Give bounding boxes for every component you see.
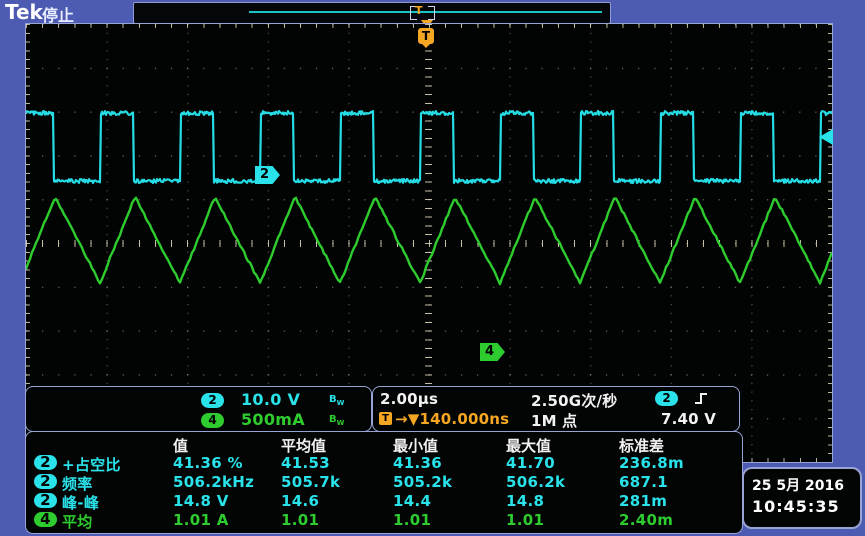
measurement-row-pkpk: 2 峰-峰 14.8 V 14.6 14.4 14.8 281m [26, 492, 742, 512]
record-waveform-line [249, 11, 602, 13]
trigger-t-icon: T [379, 412, 392, 425]
ch4-scale-value: 500mA [241, 410, 305, 429]
cell-stddev: 2.40m [619, 511, 673, 529]
cell-stddev: 281m [619, 492, 667, 510]
col-header-stddev: 标准差 [619, 435, 664, 456]
row-label: +占空比 [62, 454, 121, 475]
cell-max: 41.70 [506, 454, 555, 472]
trigger-source-badge[interactable]: 2 [655, 391, 678, 406]
cell-mean: 1.01 [281, 511, 319, 529]
tek-logo: Tek [5, 0, 43, 24]
record-view-bar[interactable]: T [133, 2, 611, 24]
oscilloscope-screen: Tek 停止 T 2 4 T 2 10.0 V BW 4 500mA [0, 0, 865, 536]
ch2-scale-value: 10.0 V [241, 390, 300, 409]
col-header-value: 值 [173, 435, 188, 456]
row-label: 频率 [62, 473, 93, 494]
measurement-row-frequency: 2 频率 506.2kHz 505.7k 505.2k 506.2k 687.1 [26, 473, 742, 493]
trigger-delay: →▼140.000ns [395, 410, 509, 428]
cell-min: 1.01 [393, 511, 431, 529]
cell-mean: 41.53 [281, 454, 330, 472]
record-length: 1M 点 [531, 410, 577, 431]
cell-stddev: 236.8m [619, 454, 684, 472]
record-trigger-icon[interactable]: T [415, 4, 423, 17]
ch2-square-trace [26, 111, 832, 183]
ch4-bandwidth-icon: BW [329, 414, 344, 427]
measurement-row-mean: 4 平均 1.01 A 1.01 1.01 1.01 2.40m [26, 511, 742, 531]
measurement-table[interactable]: 值 平均值 最小值 最大值 标准差 2 +占空比 41.36 % 41.53 4… [25, 431, 743, 534]
cell-value: 1.01 A [173, 511, 229, 529]
cell-min: 505.2k [393, 473, 452, 491]
time-label: 10:45:35 [752, 497, 840, 516]
row-label: 峰-峰 [62, 492, 99, 513]
ch2-badge[interactable]: 2 [201, 393, 224, 408]
cell-min: 14.4 [393, 492, 431, 510]
cell-mean: 505.7k [281, 473, 340, 491]
ch2-bandwidth-icon: BW [329, 394, 344, 407]
trigger-slope-rising-icon [693, 391, 709, 406]
cell-stddev: 687.1 [619, 473, 668, 491]
col-header-max: 最大值 [506, 435, 551, 456]
ch4-badge[interactable]: 4 [201, 413, 224, 428]
cell-value: 41.36 % [173, 454, 243, 472]
record-window-bracket-right[interactable] [428, 6, 435, 20]
cell-mean: 14.6 [281, 492, 319, 510]
row-channel-badge: 2 [34, 474, 57, 489]
col-header-min: 最小值 [393, 435, 438, 456]
trigger-level-value: 7.40 V [661, 410, 716, 428]
row-channel-badge: 2 [34, 455, 57, 470]
col-header-mean: 平均值 [281, 435, 326, 456]
channel-scale-readout[interactable]: 2 10.0 V BW 4 500mA BW [25, 386, 372, 432]
ch4-triangle-trace [26, 198, 832, 284]
timebase-scale: 2.00µs [380, 390, 438, 408]
trigger-position-flag[interactable]: T [418, 28, 434, 44]
date-label: 25 5月 2016 [752, 475, 844, 495]
timebase-trigger-readout[interactable]: 2.00µs 2.50G次/秒 2 T →▼140.000ns 1M 点 7.4… [372, 386, 740, 432]
cell-max: 506.2k [506, 473, 565, 491]
sample-rate: 2.50G次/秒 [531, 390, 617, 411]
cell-min: 41.36 [393, 454, 442, 472]
cell-max: 14.8 [506, 492, 544, 510]
row-channel-badge: 2 [34, 493, 57, 508]
cell-value: 14.8 V [173, 492, 229, 510]
datetime-box: 25 5月 2016 10:45:35 [742, 467, 862, 529]
trigger-level-arrow-icon[interactable] [819, 129, 833, 145]
row-label: 平均 [62, 511, 93, 532]
cell-max: 1.01 [506, 511, 544, 529]
measurement-header-row: 值 平均值 最小值 最大值 标准差 [26, 435, 742, 455]
measurement-row-duty: 2 +占空比 41.36 % 41.53 41.36 41.70 236.8m [26, 454, 742, 474]
row-channel-badge: 4 [34, 512, 57, 527]
cell-value: 506.2kHz [173, 473, 254, 491]
